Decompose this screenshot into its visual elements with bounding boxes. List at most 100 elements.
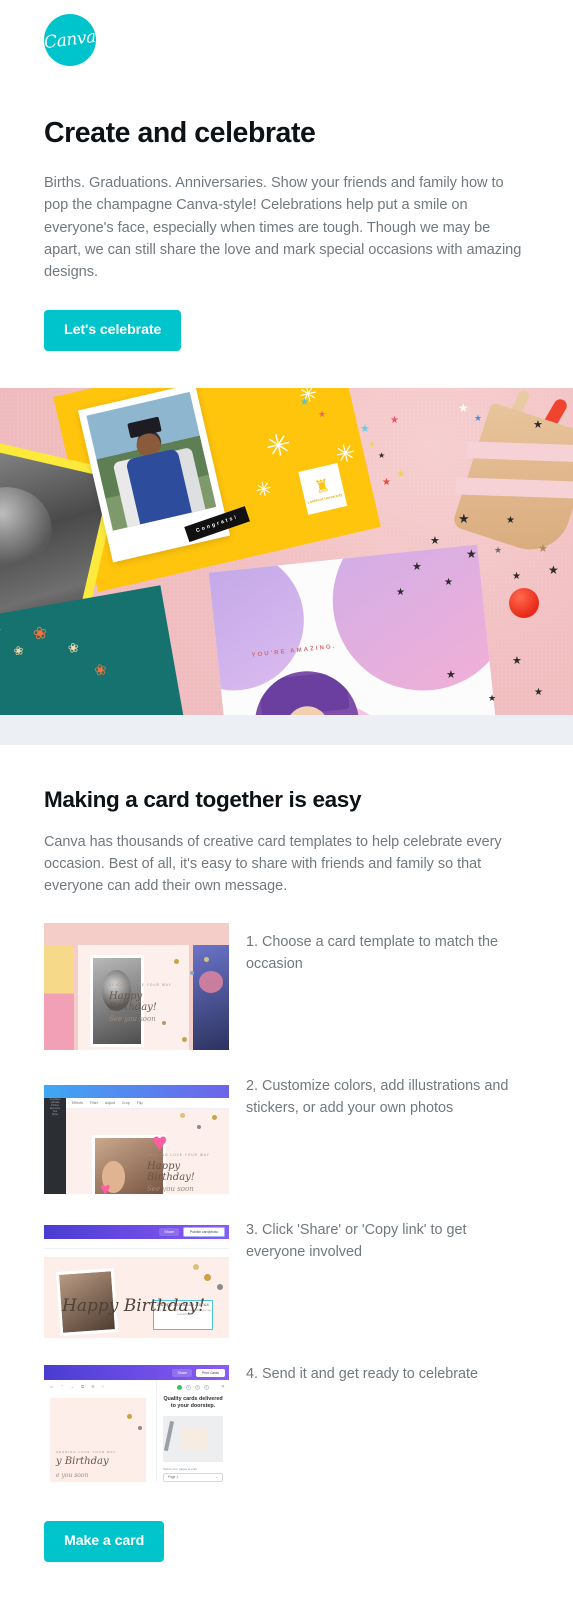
confetti-star: ★ (430, 535, 440, 548)
confetti-star: ★ (494, 545, 503, 556)
toolbar-flip[interactable]: Flip (137, 1101, 143, 1105)
confetti-star: ★ (474, 413, 483, 424)
print-preview-image (163, 1415, 223, 1462)
confetti-star: ★ (538, 543, 548, 556)
thumb1-card-sub: See you soon (109, 1015, 156, 1024)
thumb4-card-big: y Birthday (56, 1456, 109, 1468)
flower-icon: ❀ (31, 622, 49, 645)
thumb3-card-big: Happy Birthday! (62, 1296, 206, 1317)
chevron-down-icon: ⌄ (215, 1475, 218, 1480)
page-select[interactable]: Page 1 ⌄ (163, 1472, 223, 1482)
confetti-star: ★ (360, 423, 370, 436)
confetti-star: ★ (506, 515, 515, 527)
confetti-star: ★ (458, 511, 470, 527)
editor-sidebar: Templates Uploads Photos Elements Text S… (44, 1098, 66, 1195)
flower-icon: ❀ (92, 661, 109, 680)
page-title: Create and celebrate (44, 117, 316, 149)
flower-icon: ❀ (66, 639, 81, 657)
confetti-star: ★ (446, 669, 456, 682)
lets-celebrate-button[interactable]: Let's celebrate (44, 310, 182, 352)
intro-section: Canva Create and celebrate Births. Gradu… (0, 0, 573, 389)
publish-dropdown[interactable]: Publish card/photo (182, 1227, 225, 1238)
canva-logo-text: Canva (43, 26, 97, 54)
share-button[interactable]: Share (172, 1368, 193, 1377)
step-4-text: 4. Send it and get ready to celebrate (246, 1366, 479, 1383)
confetti-star: ★ (534, 687, 543, 699)
confetti-star: ★ (378, 451, 386, 461)
canvas-tools: ▱ ⌃ ⌄ ⧉ ⚙ + (50, 1384, 108, 1390)
step-3-thumbnail[interactable]: Share Publish card/photo Add page title … (44, 1211, 229, 1339)
toolbar-adjust[interactable]: Adjust (105, 1101, 115, 1105)
thumb4-card-small: SENDING LOVE YOUR WAY (56, 1450, 117, 1455)
sidebar-label: Styles (51, 1113, 59, 1117)
steps-list: SENDING LOVE YOUR WAY Happy Birthday! Se… (44, 923, 529, 1483)
confetti-star: ★ (512, 655, 522, 668)
hero-image: ✳ ✳ ✳ ✳ ♜ Lankford University EZ Congrat… (0, 388, 573, 716)
crest-icon: ♜ (312, 475, 332, 497)
share-button[interactable]: Share (159, 1228, 179, 1237)
step-item: Templates Uploads Photos Elements Text S… (44, 1067, 529, 1195)
step-2-thumbnail[interactable]: Templates Uploads Photos Elements Text S… (44, 1067, 229, 1195)
step-item: SENDING LOVE YOUR WAY Happy Birthday! Se… (44, 923, 529, 1051)
step-1-text: 1. Choose a card template to match the o… (246, 934, 498, 972)
page-select-value: Page 1 (168, 1475, 179, 1480)
confetti-star: ★ (382, 477, 391, 489)
confetti-star: ★ (512, 571, 521, 583)
toolbar-filter[interactable]: Filter (90, 1101, 98, 1105)
toolbar-effects[interactable]: Effects (72, 1101, 83, 1105)
page-select-label: Select your pages to print (163, 1466, 198, 1471)
confetti-star: ★ (396, 587, 405, 599)
make-a-card-button[interactable]: Make a card (44, 1521, 165, 1563)
step-2-text: 2. Customize colors, add illustrations a… (246, 1078, 509, 1116)
flower-icon: ❀ (0, 624, 3, 639)
heart-sticker-icon: ♥ (100, 1179, 111, 1195)
step-1-thumbnail[interactable]: SENDING LOVE YOUR WAY Happy Birthday! Se… (44, 923, 229, 1051)
print-panel-heading: Quality cards delivered to your doorstep… (163, 1396, 223, 1410)
step-indicator: 2 3 4 (157, 1380, 229, 1391)
logo-wrap: Canva (43, 14, 529, 66)
thumb2-card-small: SENDING LOVE YOUR WAY (147, 1153, 210, 1158)
steps-section: Making a card together is easy Canva has… (0, 745, 573, 1597)
close-icon[interactable]: ✕ (221, 1384, 225, 1390)
flower-icon: ❀ (12, 643, 25, 659)
confetti-star: ★ (318, 409, 327, 420)
confetti-star: ★ (533, 419, 543, 432)
thumb2-card-big: Happy Birthday! (147, 1161, 195, 1184)
university-crest: ♜ Lankford University (298, 463, 348, 515)
confetti-star: ★ (390, 415, 399, 427)
teal-card-names: ames Katie (0, 712, 45, 715)
email-body: Canva Create and celebrate Births. Gradu… (0, 0, 573, 1597)
canva-logo[interactable]: Canva (43, 14, 97, 66)
confetti-star: ★ (458, 401, 469, 416)
section-divider (0, 715, 573, 746)
step-item: Share Print Cards ▱ ⌃ ⌄ ⧉ ⚙ + SENDING LO… (44, 1355, 529, 1483)
section-body: Canva has thousands of creative card tem… (44, 834, 502, 895)
thumb4-card-sub: e you soon (56, 1472, 89, 1480)
purple-gradient-card: YOU'RE AMAZING. (208, 544, 502, 716)
step-3-text: 3. Click 'Share' or 'Copy link' to get e… (246, 1222, 467, 1260)
teal-name-line1: ames (0, 712, 38, 715)
intro-body: Births. Graduations. Anniversaries. Show… (44, 175, 522, 280)
print-panel: ✕ 2 3 4 Quality cards delivered to your … (156, 1380, 229, 1483)
red-bauble (509, 588, 539, 619)
confetti-star: ★ (396, 469, 405, 481)
thumb1-card-small: SENDING LOVE YOUR WAY (109, 983, 172, 988)
print-cards-dropdown[interactable]: Print Cards (196, 1368, 225, 1377)
editor-toolbar: Effects Filter Adjust Crop Flip (66, 1098, 229, 1110)
step-item: Share Publish card/photo Add page title … (44, 1211, 529, 1339)
toolbar-crop[interactable]: Crop (122, 1101, 130, 1105)
confetti-star: ★ (548, 563, 559, 578)
confetti-star: ★ (444, 577, 453, 589)
sparkle-icon: ✳ (253, 477, 275, 503)
confetti-star: ★ (412, 561, 422, 574)
sparkle-icon: ✳ (262, 427, 295, 466)
section-title: Making a card together is easy (44, 787, 362, 813)
thumb1-card-big: Happy Birthday! (109, 991, 157, 1014)
confetti-star: ★ (466, 547, 477, 562)
step-4-thumbnail[interactable]: Share Print Cards ▱ ⌃ ⌄ ⧉ ⚙ + SENDING LO… (44, 1355, 229, 1483)
confetti-star: ★ (488, 693, 497, 704)
thumb2-card-sub: See you soon (147, 1185, 194, 1194)
graduation-photo (86, 391, 217, 531)
confetti-star: ★ (368, 439, 377, 450)
confetti-star: ★ (300, 397, 309, 409)
